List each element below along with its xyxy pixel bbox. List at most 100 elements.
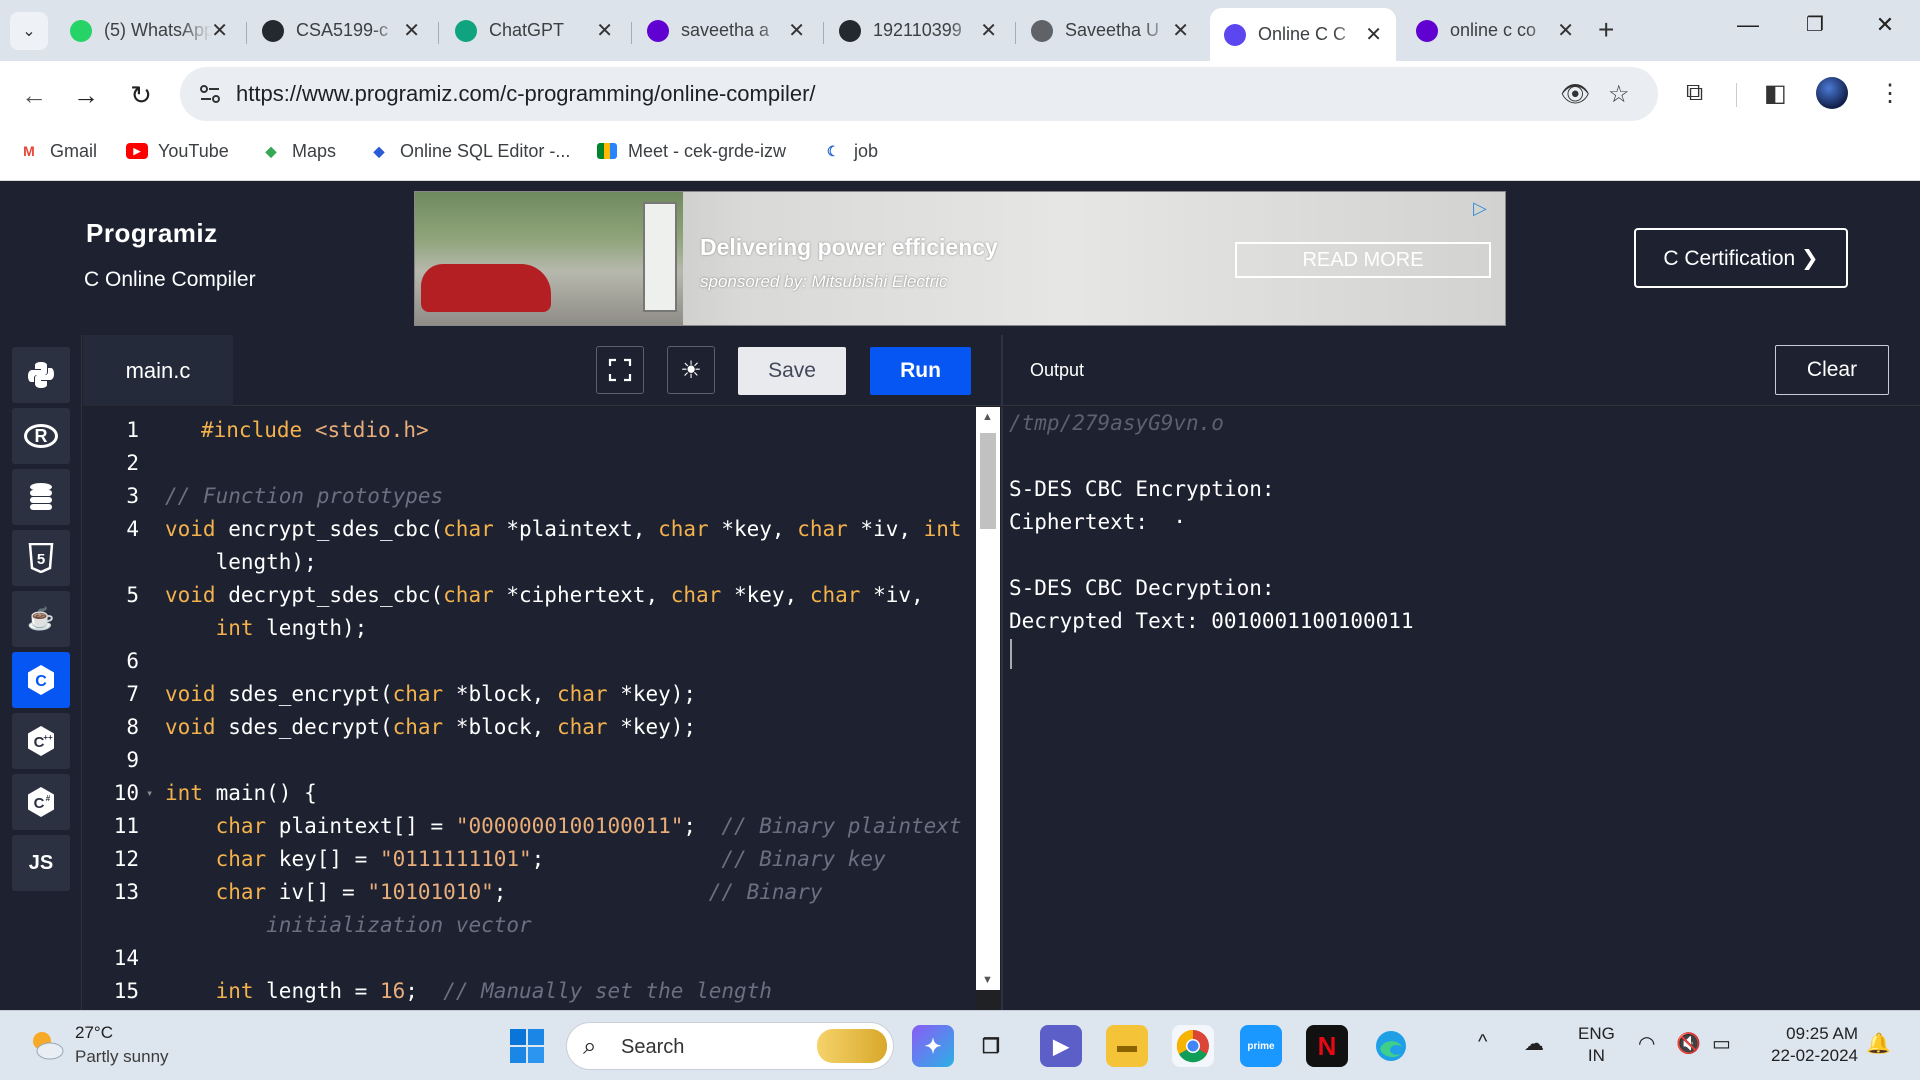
browser-tab[interactable]: ChatGPT ✕ (441, 10, 627, 51)
editor-scrollbar[interactable]: ▲ ▼ (976, 407, 1000, 990)
code-line[interactable]: 7 void sdes_encrypt(char *block, char *ke… (83, 678, 976, 711)
code-line[interactable]: 12 char key[] = "0111111101"; // Binary … (83, 843, 976, 876)
wifi-icon[interactable]: ◠ (1638, 1031, 1655, 1056)
code-line[interactable]: 9 (83, 744, 976, 777)
scroll-down-arrow-icon[interactable]: ▼ (982, 974, 993, 986)
browser-tab[interactable]: saveetha a ✕ (633, 10, 819, 51)
file-tab-main-c[interactable]: main.c (83, 335, 233, 406)
c-icon[interactable]: C (12, 652, 70, 708)
code-line[interactable]: 8 void sdes_decrypt(char *block, char *ke… (83, 711, 976, 744)
theme-toggle-sun-icon[interactable]: ☀ (667, 346, 715, 394)
c-certification-button[interactable]: C Certification ❯ (1634, 228, 1848, 288)
output-terminal[interactable]: /tmp/279asyG9vn.o S-DES CBC Encryption: Ci… (1001, 407, 1920, 1010)
scrollbar-thumb[interactable] (980, 433, 996, 529)
code-line[interactable]: 10 ▾ int main() { (83, 777, 976, 810)
adchoices-icon[interactable]: ▷ (1473, 198, 1497, 220)
browser-tab[interactable]: Saveetha U ✕ (1017, 10, 1203, 51)
code-line[interactable]: 3 // Function prototypes (83, 480, 976, 513)
code-line[interactable]: 2 (83, 447, 976, 480)
teams-chat-icon[interactable]: ▶ (1040, 1025, 1082, 1067)
save-button[interactable]: Save (738, 347, 846, 395)
code-line[interactable]: 14 (83, 942, 976, 975)
bookmark-job[interactable]: ☾ job (822, 140, 878, 162)
system-clock[interactable]: 09:25 AM 22-02-2024 (1756, 1023, 1858, 1067)
language-indicator[interactable]: ENG IN (1578, 1023, 1615, 1067)
windows-start-icon[interactable] (508, 1027, 546, 1065)
browser-tab[interactable]: CSA5199-c ✕ (248, 10, 434, 51)
browser-tab[interactable]: (5) WhatsApp ✕ (56, 10, 242, 51)
taskbar-search[interactable]: ⌕ Search (566, 1022, 894, 1070)
fullscreen-icon[interactable] (596, 346, 644, 394)
code-line[interactable]: 15 int length = 16; // Manually set the … (83, 975, 976, 1008)
code-line[interactable]: 6 (83, 645, 976, 678)
python-icon[interactable] (12, 347, 70, 403)
extensions-icon[interactable]: ⧉ (1686, 79, 1703, 107)
cpp-icon[interactable]: C ++ (12, 713, 70, 769)
run-button[interactable]: Run (870, 347, 971, 395)
restore-window-button[interactable]: ❐ (1795, 12, 1835, 37)
bookmark-gmail[interactable]: M Gmail (18, 140, 97, 162)
code-line[interactable]: 11 char plaintext[] = "0000000100100011"… (83, 810, 976, 843)
bookmark-youtube[interactable]: ▶ YouTube (126, 140, 229, 162)
prime-video-icon[interactable]: prime (1240, 1025, 1282, 1067)
browser-tab[interactable]: 192110399 ✕ (825, 10, 1011, 51)
onedrive-cloud-icon[interactable]: ☁ (1524, 1031, 1544, 1056)
profile-avatar[interactable] (1816, 77, 1848, 109)
js-icon[interactable]: JS (12, 835, 70, 891)
advertisement-banner[interactable]: Delivering power efficiency sponsored by… (414, 191, 1506, 326)
scroll-up-arrow-icon[interactable]: ▲ (982, 411, 993, 423)
tab-close-icon[interactable]: ✕ (1172, 18, 1189, 43)
battery-icon[interactable]: ▭ (1712, 1031, 1731, 1056)
bookmark-maps[interactable]: ◆ Maps (260, 140, 336, 162)
code-line[interactable]: length); (83, 546, 976, 579)
tab-close-icon[interactable]: ✕ (788, 18, 805, 43)
site-info-icon[interactable] (198, 82, 222, 106)
clear-output-button[interactable]: Clear (1775, 345, 1889, 395)
browser-tab[interactable]: online c co ✕ (1402, 10, 1588, 51)
ad-read-more-button[interactable]: READ MORE (1235, 242, 1491, 278)
java-icon[interactable]: ☕ (12, 591, 70, 647)
tab-search-chevron-icon[interactable]: ⌄ (10, 12, 48, 50)
show-hidden-icons-chevron-icon[interactable]: ^ (1478, 1031, 1487, 1054)
netflix-icon[interactable]: N (1306, 1025, 1348, 1067)
task-view-icon[interactable]: ❐ (970, 1025, 1012, 1067)
tab-close-icon[interactable]: ✕ (596, 18, 613, 43)
csharp-icon[interactable]: C # (12, 774, 70, 830)
address-bar[interactable]: https://www.programiz.com/c-programming/… (180, 67, 1658, 121)
code-line[interactable]: int length); (83, 612, 976, 645)
code-editor[interactable]: 1 #include <stdio.h> 2 3 // Function prototy… (83, 407, 976, 1010)
code-line[interactable]: 13 char iv[] = "10101010"; // Binary (83, 876, 976, 909)
tab-close-icon[interactable]: ✕ (403, 18, 420, 43)
edge-icon[interactable] (1370, 1025, 1412, 1067)
eye-slash-icon[interactable]: 👁 (1560, 80, 1590, 109)
forward-button[interactable]: → (66, 75, 106, 115)
chrome-icon[interactable] (1172, 1025, 1214, 1067)
bookmark-online-sql-editor[interactable]: ◆ Online SQL Editor -... (368, 140, 571, 162)
reload-button[interactable]: ↻ (121, 75, 161, 115)
back-button[interactable]: ← (14, 75, 54, 115)
bookmark-meet[interactable]: Meet - cek-grde-izw (596, 140, 786, 162)
weather-temperature[interactable]: 27°C (75, 1023, 113, 1043)
browser-menu-icon[interactable]: ⋮ (1878, 79, 1902, 108)
programiz-logo[interactable]: Programiz (86, 218, 218, 249)
minimize-window-button[interactable]: — (1728, 12, 1768, 38)
file-explorer-icon[interactable]: ▬ (1106, 1025, 1148, 1067)
html-icon[interactable]: 5 (12, 530, 70, 586)
url-text[interactable]: https://www.programiz.com/c-programming/… (236, 81, 816, 107)
close-window-button[interactable]: ✕ (1865, 12, 1905, 38)
r-icon[interactable]: R (12, 408, 70, 464)
fold-chevron-icon[interactable]: ▾ (146, 777, 153, 810)
side-panel-icon[interactable]: ◧ (1764, 79, 1787, 108)
tab-close-icon[interactable]: ✕ (211, 18, 228, 43)
code-line[interactable]: initialization vector (83, 909, 976, 942)
partly-sunny-icon[interactable] (26, 1025, 66, 1065)
weather-description[interactable]: Partly sunny (75, 1047, 169, 1067)
sql-icon[interactable] (12, 469, 70, 525)
browser-tab[interactable]: Online C C ✕ (1210, 8, 1396, 61)
code-line[interactable]: 5 void decrypt_sdes_cbc(char *ciphertext,… (83, 579, 976, 612)
bookmark-star-icon[interactable]: ☆ (1608, 80, 1630, 109)
tab-close-icon[interactable]: ✕ (980, 18, 997, 43)
speaker-muted-icon[interactable]: 🔇 (1676, 1031, 1701, 1056)
tab-close-icon[interactable]: ✕ (1557, 18, 1574, 43)
copilot-preview-icon[interactable]: ✦ (912, 1025, 954, 1067)
